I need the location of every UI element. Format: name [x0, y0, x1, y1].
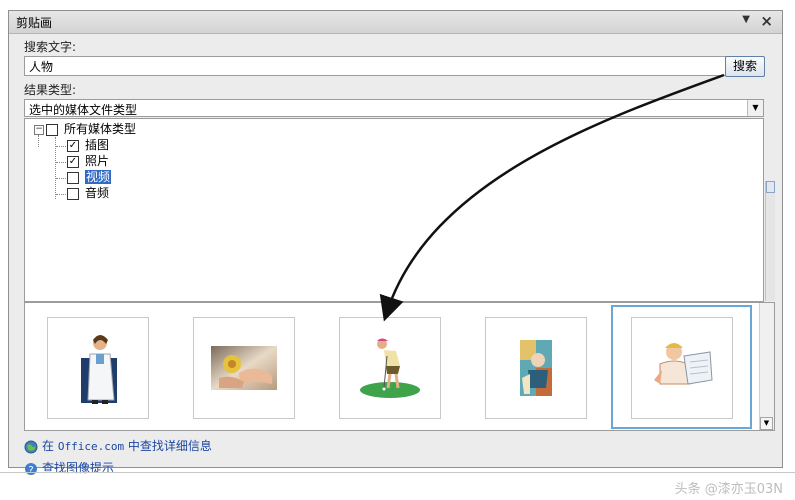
pane-options-icon[interactable]: ▼: [742, 14, 750, 25]
checkbox[interactable]: [67, 187, 79, 200]
pane-titlebar: 剪贴画 ▼ ×: [9, 11, 782, 34]
checkbox-checked[interactable]: ✓: [67, 139, 79, 152]
results-gallery: ▼: [24, 302, 775, 431]
scroll-up-icon[interactable]: [766, 181, 775, 193]
result-thumbnail[interactable]: [193, 317, 295, 419]
office-link-suffix: 中查找详细信息: [127, 439, 212, 453]
pane-title: 剪贴画: [16, 16, 53, 30]
tree-item-audio[interactable]: 音频: [67, 186, 109, 201]
clipart-pane: 剪贴画 ▼ × 搜索文字: 搜索 结果类型: 选中的媒体文件类型 ▼ − 所有媒体…: [8, 10, 783, 476]
collapse-icon[interactable]: −: [34, 124, 44, 135]
result-thumbnail[interactable]: [47, 317, 149, 419]
bottom-divider: [0, 472, 795, 473]
results-type-select[interactable]: 选中的媒体文件类型 ▼: [24, 99, 764, 117]
doctor-clipart-icon: [81, 335, 117, 404]
result-thumbnail[interactable]: [485, 317, 587, 419]
hands-flower-photo-icon: [211, 346, 277, 390]
office-link-domain: Office.com: [57, 440, 125, 453]
results-scrollbar[interactable]: ▼: [759, 303, 774, 430]
tree-root[interactable]: − 所有媒体类型: [34, 122, 136, 137]
tree-item-label: 音频: [85, 186, 110, 200]
checkbox-checked[interactable]: ✓: [67, 155, 79, 168]
checkbox[interactable]: [46, 123, 58, 136]
search-input[interactable]: [24, 56, 732, 76]
tree-root-label: 所有媒体类型: [64, 122, 137, 136]
side-scrollbar[interactable]: [765, 181, 775, 301]
tree-item-label: 插图: [85, 138, 110, 152]
worker-blueprint-clipart-icon: [654, 343, 713, 385]
results-type-label: 结果类型:: [24, 83, 77, 97]
close-icon[interactable]: ×: [760, 12, 773, 30]
golfer-clipart-icon: [360, 338, 420, 398]
tree-item-label: 照片: [85, 154, 110, 168]
checkbox[interactable]: [67, 171, 79, 184]
watermark: 头条 @漆亦玉03N: [674, 482, 783, 497]
office-link-prefix: 在: [42, 439, 55, 453]
result-thumbnail-selected[interactable]: [611, 305, 752, 429]
chevron-down-icon[interactable]: ▼: [747, 100, 763, 116]
results-type-value: 选中的媒体文件类型: [29, 103, 138, 117]
scroll-down-icon[interactable]: ▼: [760, 417, 773, 430]
result-thumbnail[interactable]: [339, 317, 441, 419]
help-icon: ?: [25, 462, 37, 476]
svg-text:?: ?: [28, 465, 33, 476]
result-thumbnail[interactable]: [631, 317, 733, 419]
image-tips-link[interactable]: ? 查找图像提示: [24, 460, 114, 476]
office-online-link[interactable]: 在 Office.com 中查找详细信息: [24, 438, 212, 454]
tree-item-video[interactable]: 视频: [67, 170, 112, 185]
tree-item-label: 视频: [85, 170, 112, 184]
globe-icon: [24, 440, 38, 453]
abstract-person-clipart-icon: [520, 340, 552, 396]
search-label: 搜索文字:: [24, 40, 77, 54]
tree-item-photo[interactable]: ✓ 照片: [67, 154, 109, 169]
tree-item-illustration[interactable]: ✓ 插图: [67, 138, 109, 153]
media-type-tree: − 所有媒体类型 ✓ 插图 ✓ 照片 视频 音频: [24, 118, 764, 302]
search-button[interactable]: 搜索: [725, 56, 765, 77]
